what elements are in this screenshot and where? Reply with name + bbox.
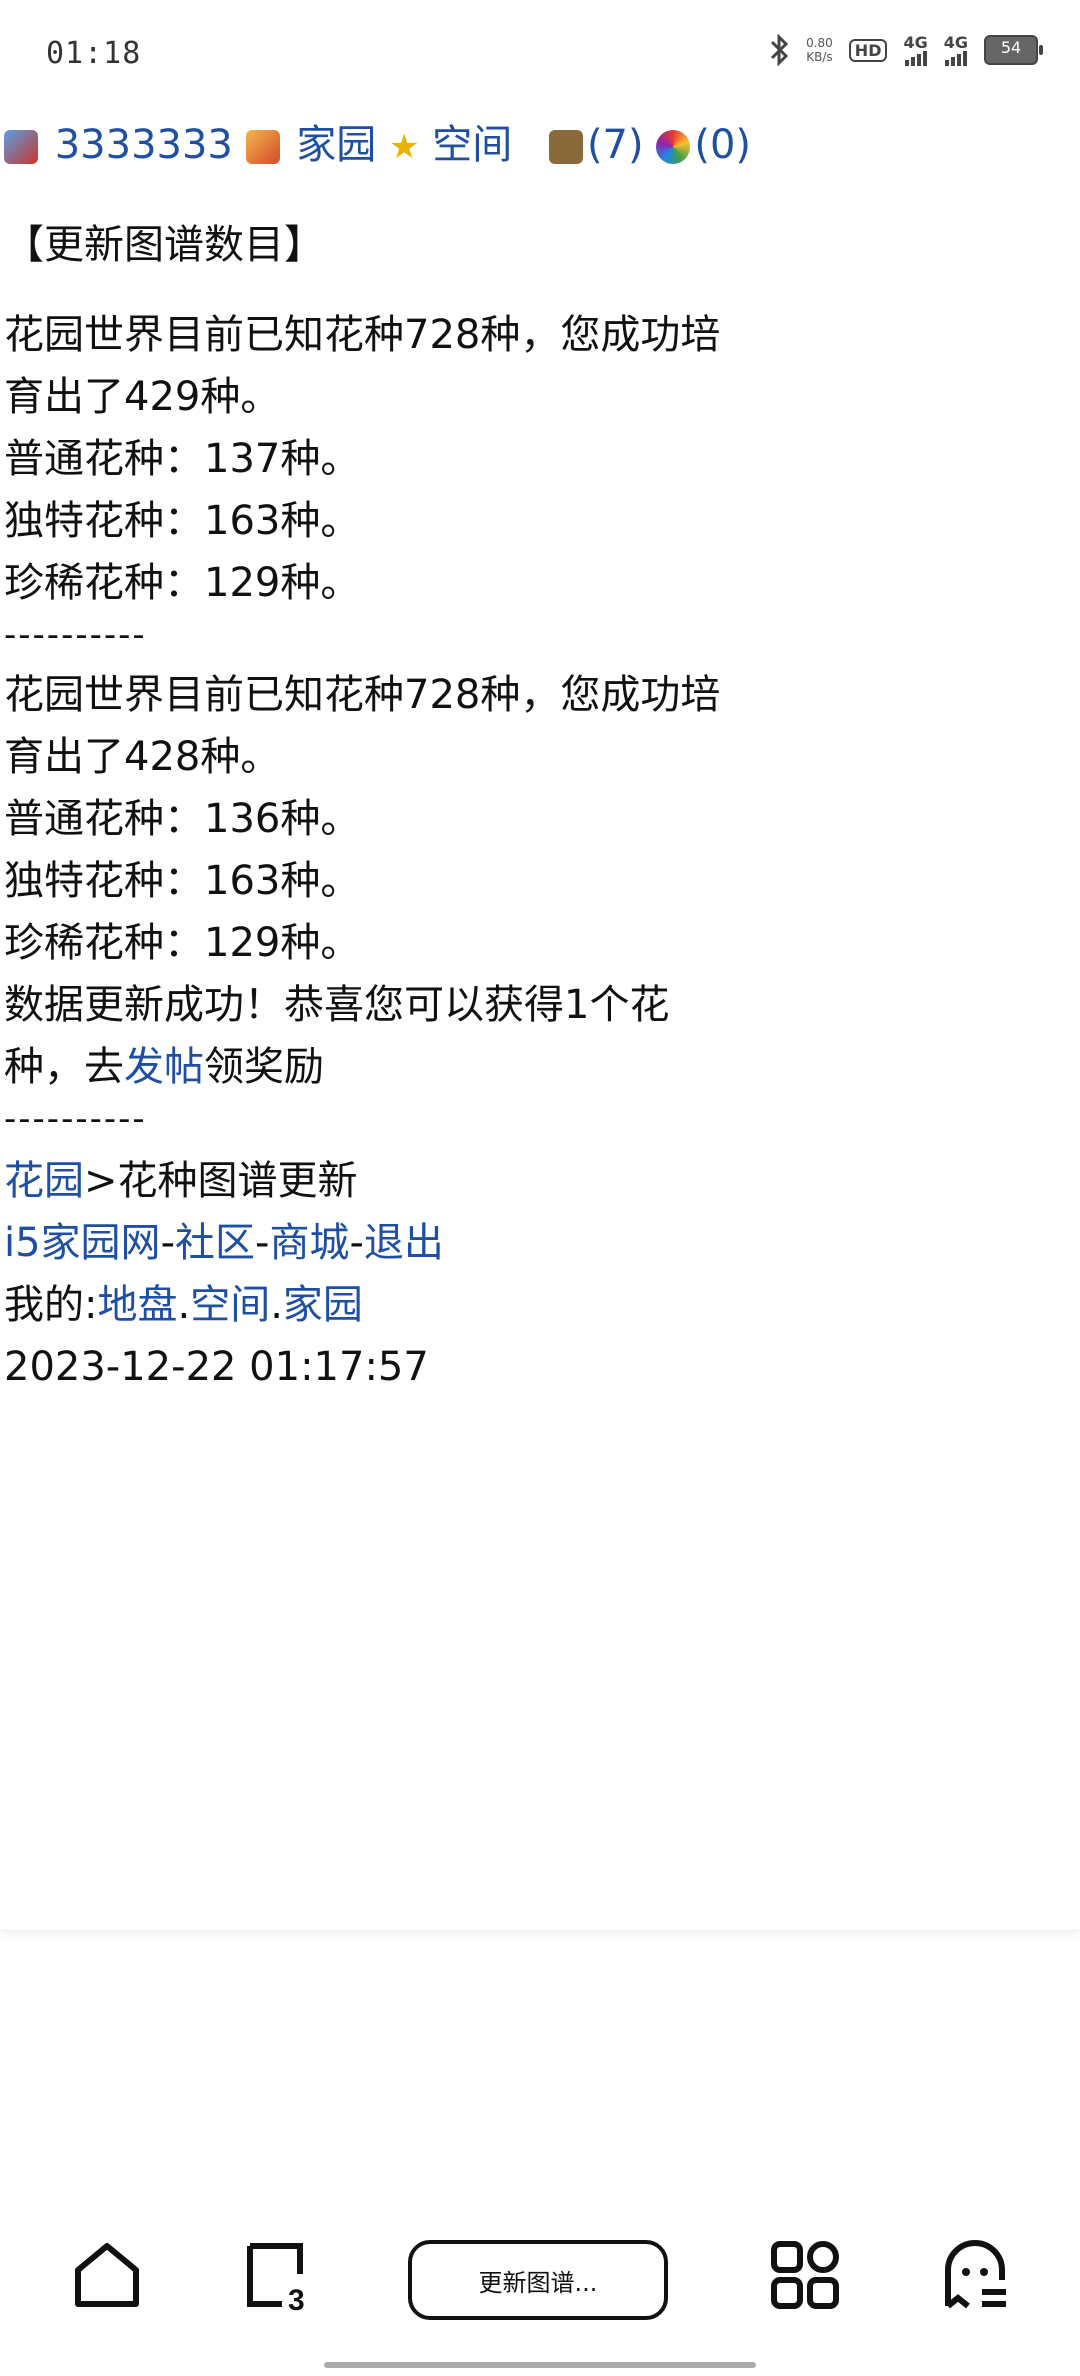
post-link[interactable]: 发帖 xyxy=(124,1044,204,1090)
signal-bars-icon xyxy=(904,50,927,66)
footer-nav: i5家园网-社区-商城-退出 xyxy=(4,1220,444,1266)
i5-link[interactable]: i5 xyxy=(4,1220,41,1266)
reward-line: 种，去发帖领奖励 xyxy=(4,1044,324,1090)
sim2-signal: 4G xyxy=(944,34,968,66)
battery-icon: 54 xyxy=(984,35,1043,65)
success-message: 数据更新成功！恭喜您可以获得1个花 xyxy=(4,982,670,1028)
separator: ---------- xyxy=(4,615,147,655)
gesture-handle[interactable] xyxy=(324,2362,756,2368)
address-bar[interactable]: 更新图谱... xyxy=(408,2240,668,2320)
house-icon xyxy=(245,130,280,164)
community-link[interactable]: 社区 xyxy=(175,1220,255,1266)
common-count: 普通花种：136种。 xyxy=(4,796,361,842)
breadcrumb: 花园>花种图谱更新 xyxy=(4,1158,358,1204)
apps-grid-icon[interactable] xyxy=(760,2230,850,2320)
pinwheel-icon[interactable] xyxy=(656,130,691,164)
unique-count: 独特花种：163种。 xyxy=(4,858,361,904)
status-icons: 0.80 KB/s HD 4G 4G 54 xyxy=(768,34,1043,66)
profile-ghost-icon[interactable] xyxy=(930,2230,1020,2320)
qq-avatar-icon[interactable] xyxy=(4,130,38,164)
my-space-link[interactable]: 空间 xyxy=(190,1282,270,1328)
tabs-count: 3 xyxy=(288,2284,305,2317)
star-icon: ★ xyxy=(389,127,420,167)
timestamp: 2023-12-22 01:17:57 xyxy=(4,1344,429,1390)
garden-link[interactable]: 花园 xyxy=(4,1158,84,1204)
page-title: 【更新图谱数目】 xyxy=(4,222,324,268)
summary-line-1: 花园世界目前已知花种728种，您成功培 xyxy=(4,672,721,718)
page-content: 3333333 家园 ★ 空间 (7) (0) 【更新图谱数目】 花园世界目前已… xyxy=(0,110,1080,1931)
separator: ---------- xyxy=(4,1099,147,1139)
space-link[interactable]: 空间 xyxy=(432,122,512,168)
hd-voice-badge: HD xyxy=(848,38,888,62)
signal-bars-icon xyxy=(944,50,967,66)
land-link[interactable]: 地盘 xyxy=(97,1282,177,1328)
my-home-link[interactable]: 家园 xyxy=(283,1282,363,1328)
summary-line-2: 育出了429种。 xyxy=(4,374,281,420)
unique-count: 独特花种：163种。 xyxy=(4,498,361,544)
clock: 01:18 xyxy=(46,36,142,71)
rare-count: 珍稀花种：129种。 xyxy=(4,560,361,606)
network-speed: 0.80 KB/s xyxy=(806,36,833,64)
bluetooth-icon xyxy=(771,34,789,66)
my-links: 我的:地盘.空间.家园 xyxy=(4,1282,363,1328)
home-icon[interactable] xyxy=(62,2230,152,2320)
common-count: 普通花种：137种。 xyxy=(4,436,361,482)
home-link[interactable]: 家园 xyxy=(296,122,376,168)
tabs-icon[interactable]: 3 xyxy=(230,2230,320,2320)
mall-link[interactable]: 商城 xyxy=(269,1220,349,1266)
header-row: 3333333 家园 ★ 空间 (7) (0) xyxy=(4,120,751,172)
username-link[interactable]: 3333333 xyxy=(55,122,233,168)
logout-link[interactable]: 退出 xyxy=(364,1220,444,1266)
notices-count[interactable]: (0) xyxy=(694,122,751,168)
summary-line-1: 花园世界目前已知花种728种，您成功培 xyxy=(4,312,721,358)
status-bar: 01:18 0.80 KB/s HD 4G 4G 54 xyxy=(0,0,1080,110)
messages-count[interactable]: (7) xyxy=(587,122,644,168)
bank-icon[interactable] xyxy=(548,130,583,164)
rare-count: 珍稀花种：129种。 xyxy=(4,920,361,966)
browser-bottom-bar: 3 更新图谱... xyxy=(0,2230,1080,2340)
home-site-link[interactable]: 家园网 xyxy=(41,1220,161,1266)
sim1-signal: 4G xyxy=(903,34,928,66)
summary-line-2: 育出了428种。 xyxy=(4,734,281,780)
